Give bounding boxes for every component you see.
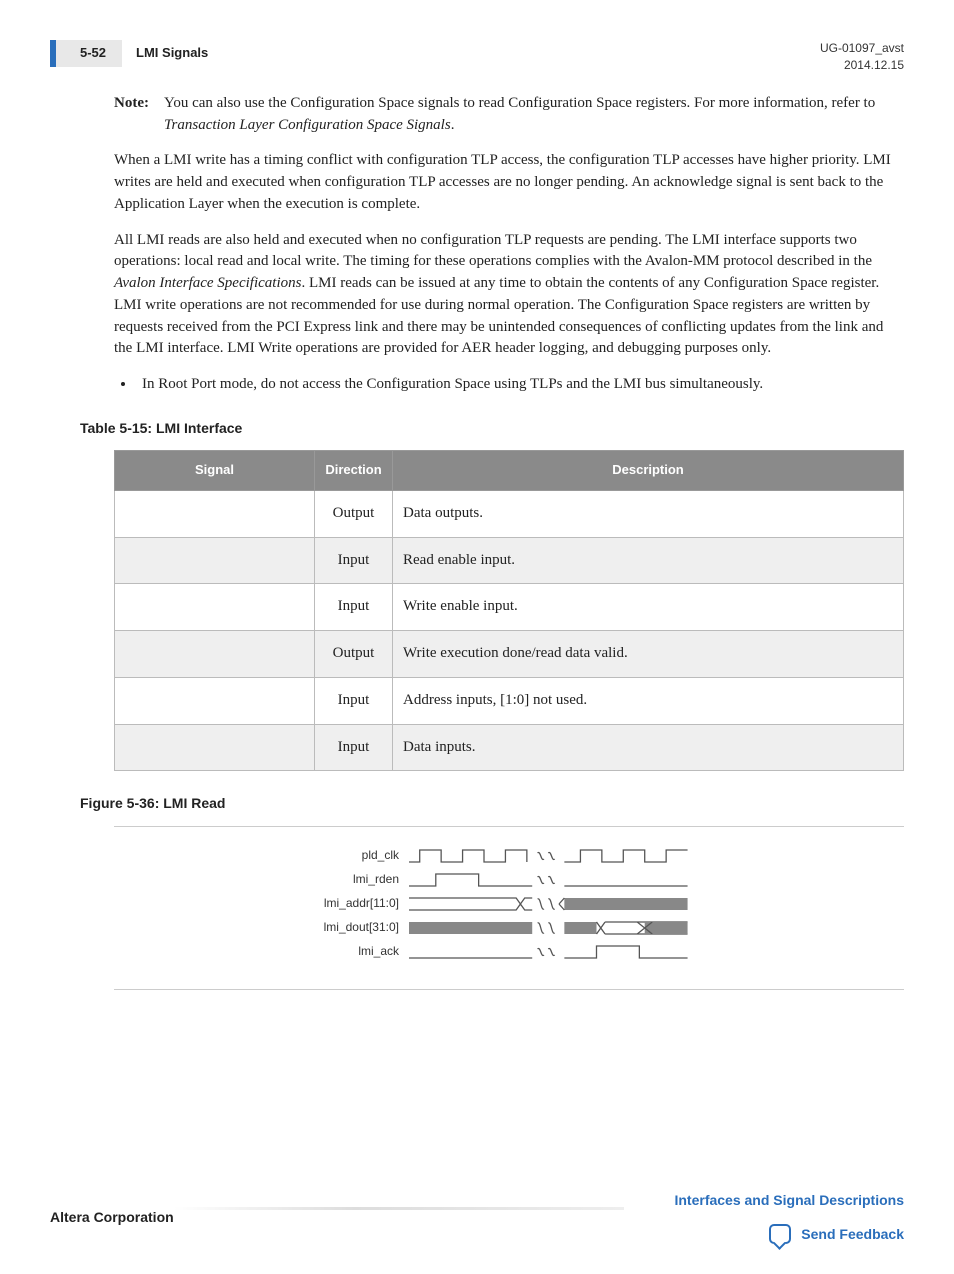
th-description: Description — [393, 451, 904, 491]
figure-title: Figure 5-36: LMI Read — [80, 793, 904, 813]
timing-diagram-figure: pld_clk lmi_rden l — [114, 826, 904, 990]
bullet-item: In Root Port mode, do not access the Con… — [136, 374, 904, 396]
footer-link-interfaces[interactable]: Interfaces and Signal Descriptions — [674, 1190, 904, 1210]
signal-label: pld_clk — [309, 847, 409, 864]
clock-wave — [409, 847, 709, 865]
lmi-interface-table: Signal Direction Description Output Data… — [114, 450, 904, 771]
footer-corporation: Altera Corporation — [50, 1207, 174, 1227]
th-signal: Signal — [115, 451, 315, 491]
bus-wave — [409, 919, 709, 937]
note-label: Note: — [114, 93, 164, 137]
feedback-label: Send Feedback — [801, 1224, 904, 1244]
th-direction: Direction — [315, 451, 393, 491]
table-row: Input Data inputs. — [115, 724, 904, 771]
signal-label: lmi_addr[11:0] — [309, 895, 409, 912]
note-block: Note: You can also use the Configuration… — [114, 93, 904, 137]
signal-label: lmi_rden — [309, 871, 409, 888]
feedback-icon — [769, 1224, 791, 1244]
signal-wave — [409, 943, 709, 961]
page-footer: Altera Corporation Interfaces and Signal… — [50, 1190, 904, 1245]
signal-wave — [409, 871, 709, 889]
paragraph-1: When a LMI write has a timing conflict w… — [114, 150, 904, 215]
bullet-list: In Root Port mode, do not access the Con… — [114, 374, 904, 396]
page-number: 5-52 — [50, 40, 122, 67]
bus-wave — [409, 895, 709, 913]
table-row: Input Read enable input. — [115, 537, 904, 584]
table-row: Input Write enable input. — [115, 584, 904, 631]
doc-id: UG-01097_avst — [820, 40, 904, 57]
table-row: Output Data outputs. — [115, 490, 904, 537]
paragraph-2: All LMI reads are also held and executed… — [114, 230, 904, 361]
table-row: Input Address inputs, [1:0] not used. — [115, 677, 904, 724]
page-header: 5-52 LMI Signals UG-01097_avst 2014.12.1… — [50, 40, 904, 75]
doc-date: 2014.12.15 — [820, 57, 904, 74]
signal-label: lmi_ack — [309, 943, 409, 960]
note-text: You can also use the Configuration Space… — [164, 93, 904, 137]
send-feedback-button[interactable]: Send Feedback — [674, 1224, 904, 1244]
table-row: Output Write execution done/read data va… — [115, 631, 904, 678]
table-title: Table 5-15: LMI Interface — [80, 418, 904, 438]
signal-label: lmi_dout[31:0] — [309, 919, 409, 936]
section-title: LMI Signals — [136, 44, 208, 63]
